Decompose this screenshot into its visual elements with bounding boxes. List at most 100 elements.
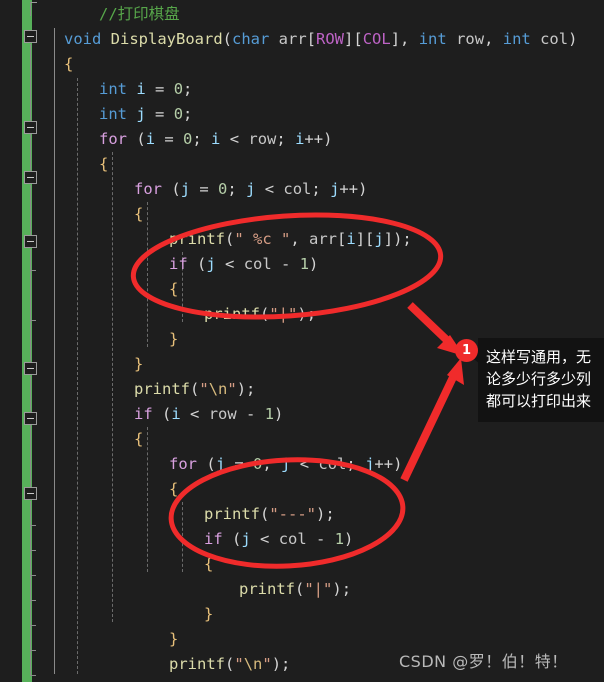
code-token: ; (306, 305, 317, 323)
code-line[interactable]: printf("|"); (0, 302, 604, 327)
code-token: } (169, 330, 179, 348)
code-token: int (502, 30, 531, 48)
code-token: \n (208, 380, 228, 398)
code-token: ( (190, 380, 200, 398)
code-token: for (99, 130, 127, 148)
code-token: ) (274, 405, 284, 423)
code-token: ) (236, 380, 247, 398)
code-token: if (134, 405, 153, 423)
code-token: { (64, 55, 74, 73)
code-token: j (374, 230, 384, 248)
code-token: i (346, 230, 356, 248)
annotation-badge-1: 1 (455, 339, 478, 362)
code-token: int (418, 30, 447, 48)
code-token: 0 (253, 455, 263, 473)
code-line[interactable]: for (j = 0; j < col; j++) (0, 452, 604, 477)
code-editor[interactable]: //打印棋盘 void DisplayBoard(char arr[ROW][CO… (0, 0, 604, 682)
code-line[interactable]: printf("|"); (0, 577, 604, 602)
code-token: < (220, 130, 249, 148)
code-token: " %c " (234, 230, 291, 248)
code-token: - (306, 530, 335, 548)
code-token: col (243, 255, 272, 273)
code-token: ( (295, 580, 305, 598)
code-line[interactable]: { (0, 427, 604, 452)
code-token: = (145, 80, 174, 98)
code-token: "|" (304, 580, 333, 598)
code-token: ROW (316, 30, 345, 48)
code-token: ( (222, 30, 232, 48)
code-token: ; (183, 80, 193, 98)
code-token: j (281, 455, 291, 473)
code-line[interactable]: int i = 0; (0, 77, 604, 102)
code-line[interactable]: if (j < col - 1) (0, 252, 604, 277)
code-token: arr (278, 30, 307, 48)
code-token: int (99, 80, 127, 98)
code-line[interactable]: if (j < col - 1) (0, 527, 604, 552)
code-line[interactable]: printf("---"); (0, 502, 604, 527)
code-token: row (456, 30, 485, 48)
code-token: ( (260, 305, 270, 323)
code-token: for (169, 455, 197, 473)
code-token: ) (323, 130, 333, 148)
code-token: i (295, 130, 305, 148)
code-token: ( (225, 230, 235, 248)
code-token: ; (192, 130, 212, 148)
code-token: ; (262, 455, 282, 473)
code-token: ) (297, 305, 307, 323)
code-line[interactable]: int j = 0; (0, 102, 604, 127)
code-token: = (190, 180, 219, 198)
code-token: int (99, 105, 127, 123)
code-token: - (236, 405, 265, 423)
code-token: COL (362, 30, 391, 48)
code-token: ) (568, 30, 578, 48)
code-token: for (134, 180, 162, 198)
code-token: ) (393, 455, 403, 473)
code-line[interactable]: { (0, 552, 604, 577)
code-line[interactable]: { (0, 152, 604, 177)
code-token: { (99, 155, 109, 173)
code-token: 1 (264, 405, 275, 423)
code-token: ) (358, 180, 368, 198)
code-line[interactable]: for (i = 0; i < row; i++) (0, 127, 604, 152)
code-token: printf (239, 580, 295, 598)
code-token: 0 (218, 180, 228, 198)
code-token: ] (383, 230, 394, 248)
code-token: < (215, 255, 244, 273)
code-line[interactable]: for (j = 0; j < col; j++) (0, 177, 604, 202)
code-token: row (208, 405, 237, 423)
code-token: "---" (269, 505, 317, 523)
code-token: ] (344, 30, 354, 48)
code-token: " (227, 380, 237, 398)
code-line[interactable]: { (0, 277, 604, 302)
code-token: ; (311, 180, 331, 198)
code-line[interactable]: //打印棋盘 (0, 2, 604, 27)
code-line[interactable]: } (0, 677, 604, 682)
code-token: //打印棋盘 (99, 5, 180, 23)
code-line[interactable]: { (0, 202, 604, 227)
code-line[interactable]: void DisplayBoard(char arr[ROW][COL], in… (0, 27, 604, 52)
code-token: ; (227, 180, 247, 198)
code-line[interactable]: printf(" %c ", arr[i][j]); (0, 227, 604, 252)
code-line[interactable]: { (0, 477, 604, 502)
code-token: } (169, 630, 179, 648)
code-token: "|" (269, 305, 298, 323)
code-token: 1 (299, 255, 310, 273)
code-line[interactable]: } (0, 602, 604, 627)
code-token: j (365, 455, 375, 473)
code-token: { (169, 480, 179, 498)
code-token: 0 (183, 130, 193, 148)
code-token: \n (243, 655, 263, 673)
code-token: < (255, 180, 284, 198)
code-token: ; (281, 655, 291, 673)
code-token: [ (353, 30, 363, 48)
code-token: ; (246, 380, 256, 398)
code-line[interactable]: { (0, 52, 604, 77)
code-token: ( (197, 255, 207, 273)
code-token: ) (309, 255, 319, 273)
